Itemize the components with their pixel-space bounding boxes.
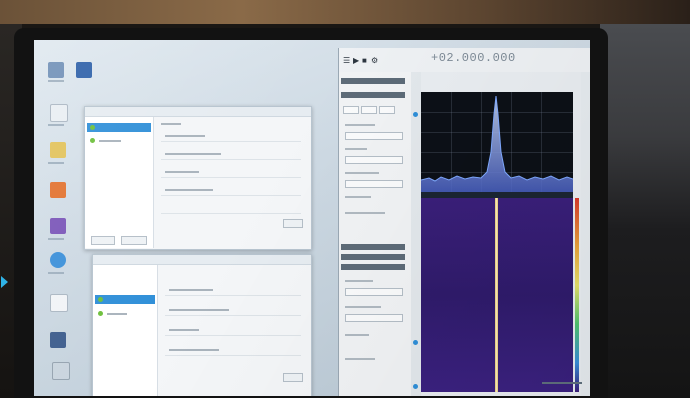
message-divider bbox=[161, 195, 301, 196]
window-title-bar[interactable] bbox=[85, 107, 311, 117]
sdr-toolbar: ☰ ▶ ■ ⚙ +02.000.000 bbox=[339, 48, 590, 72]
offset-slider-knob[interactable] bbox=[413, 384, 418, 389]
settings-icon[interactable]: ⚙ bbox=[371, 57, 378, 65]
desktop-icon-label bbox=[48, 238, 64, 240]
desktop-icon-label bbox=[48, 80, 64, 82]
carousel-arrow-icon[interactable] bbox=[1, 276, 8, 288]
setting-label bbox=[345, 172, 379, 174]
message-line bbox=[165, 171, 199, 173]
mode-option[interactable] bbox=[361, 106, 377, 114]
play-icon[interactable]: ▶ bbox=[353, 57, 359, 65]
setting-label bbox=[345, 148, 367, 150]
panel-header-display[interactable] bbox=[341, 254, 405, 260]
status-online-icon bbox=[98, 311, 103, 316]
chat-window-bottom[interactable] bbox=[92, 254, 312, 396]
send-button[interactable] bbox=[283, 219, 303, 228]
shelf-edge bbox=[0, 0, 690, 24]
sidebar-button[interactable] bbox=[121, 236, 147, 245]
room-right bbox=[600, 24, 690, 398]
message-line bbox=[169, 329, 199, 331]
document-icon[interactable] bbox=[50, 104, 68, 122]
file-icon[interactable] bbox=[52, 362, 70, 380]
sidebar-button[interactable] bbox=[91, 236, 115, 245]
message-divider bbox=[161, 141, 301, 142]
status-online-icon bbox=[90, 125, 95, 130]
message-divider bbox=[165, 315, 301, 316]
message-divider bbox=[161, 159, 301, 160]
visual-studio-icon[interactable] bbox=[50, 218, 66, 234]
desktop-shortcut-icon[interactable] bbox=[76, 62, 92, 78]
sdr-application-window[interactable]: ☰ ▶ ■ ⚙ +02.000.000 bbox=[338, 48, 590, 396]
menu-icon[interactable]: ☰ bbox=[343, 57, 350, 65]
setting-label bbox=[345, 334, 369, 336]
setting-field[interactable] bbox=[345, 288, 403, 296]
panel-header-radio[interactable] bbox=[341, 92, 405, 98]
contact-item-selected[interactable] bbox=[87, 123, 151, 132]
setting-label bbox=[345, 358, 375, 360]
app-icon[interactable] bbox=[50, 332, 66, 348]
setting-label bbox=[345, 212, 385, 214]
document-icon[interactable] bbox=[50, 294, 68, 312]
contact-item-label bbox=[107, 313, 127, 315]
contact-list bbox=[85, 117, 154, 248]
desktop-icon-label bbox=[48, 124, 64, 126]
setting-label bbox=[345, 196, 371, 198]
desktop-icon-label bbox=[48, 162, 64, 164]
message-divider bbox=[165, 335, 301, 336]
message-divider bbox=[161, 213, 301, 214]
mode-option[interactable] bbox=[343, 106, 359, 114]
panel-header-audio[interactable] bbox=[341, 244, 405, 250]
setting-label bbox=[345, 280, 373, 282]
panel-header-plugins[interactable] bbox=[341, 264, 405, 270]
desktop-icon-label bbox=[48, 272, 64, 274]
message-line bbox=[169, 349, 219, 351]
message-header bbox=[161, 123, 181, 125]
browser-icon[interactable] bbox=[50, 182, 66, 198]
stop-icon[interactable]: ■ bbox=[362, 57, 367, 65]
laptop-screen: ☰ ▶ ■ ⚙ +02.000.000 bbox=[34, 40, 590, 396]
range-slider-knob[interactable] bbox=[413, 340, 418, 345]
message-divider bbox=[161, 177, 301, 178]
status-online-icon bbox=[98, 297, 103, 302]
contact-item-selected[interactable] bbox=[95, 295, 155, 304]
panel-header-source[interactable] bbox=[341, 78, 405, 84]
spectrum-trace bbox=[421, 95, 573, 192]
setting-field[interactable] bbox=[345, 156, 403, 164]
right-scrollbar[interactable] bbox=[581, 72, 590, 396]
config-panel bbox=[339, 72, 411, 396]
setting-label bbox=[345, 124, 375, 126]
message-divider bbox=[165, 355, 301, 356]
setting-label bbox=[345, 306, 381, 308]
zoom-slider-track[interactable] bbox=[411, 72, 421, 396]
contact-item-label bbox=[99, 140, 121, 142]
message-line bbox=[169, 309, 229, 311]
frequency-display[interactable]: +02.000.000 bbox=[431, 51, 516, 65]
setting-field[interactable] bbox=[345, 132, 403, 140]
fft-spectrum-display[interactable] bbox=[421, 92, 573, 192]
contact-list bbox=[93, 265, 158, 396]
zoom-slider-knob[interactable] bbox=[413, 112, 418, 117]
waterfall-display[interactable] bbox=[421, 198, 573, 392]
message-line bbox=[165, 153, 221, 155]
mode-option[interactable] bbox=[379, 106, 395, 114]
carrier-signal-trace bbox=[495, 198, 498, 392]
message-line bbox=[165, 135, 205, 137]
chat-window-top[interactable] bbox=[84, 106, 312, 250]
setting-field[interactable] bbox=[345, 314, 403, 322]
recycle-bin-icon[interactable] bbox=[48, 62, 64, 78]
waterfall-color-legend bbox=[575, 198, 579, 392]
message-divider bbox=[165, 295, 301, 296]
send-button[interactable] bbox=[283, 373, 303, 382]
message-line bbox=[169, 289, 213, 291]
message-line bbox=[165, 189, 213, 191]
folder-icon[interactable] bbox=[50, 142, 66, 158]
window-title-bar[interactable] bbox=[93, 255, 311, 265]
system-tray bbox=[542, 382, 582, 384]
globe-icon[interactable] bbox=[50, 252, 66, 268]
setting-field[interactable] bbox=[345, 180, 403, 188]
status-online-icon bbox=[90, 138, 95, 143]
